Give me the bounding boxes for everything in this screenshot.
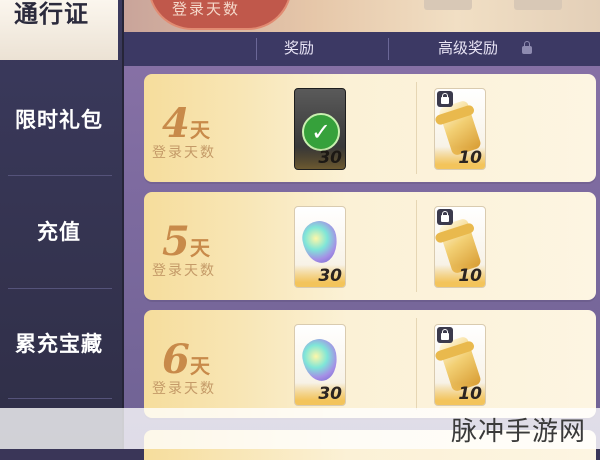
premium-quantity: 10 xyxy=(458,266,482,286)
premium-quantity: 10 xyxy=(458,148,482,168)
reward-quantity: 30 xyxy=(318,266,342,286)
sidebar-divider xyxy=(8,288,112,289)
reward-row-day-6: 6 天 登录天数 30 10 xyxy=(144,310,596,418)
reward-row-day-5: 5 天 登录天数 30 10 xyxy=(144,192,596,300)
crystal-icon xyxy=(299,336,341,384)
day-number: 5 xyxy=(162,218,190,265)
lock-icon xyxy=(437,209,453,225)
sidebar-item-pass[interactable]: 通行证 xyxy=(0,0,118,60)
reward-quantity: 30 xyxy=(318,384,342,404)
row-divider xyxy=(416,318,417,410)
header-divider xyxy=(256,38,257,60)
watermark-text: 脉冲手游网 xyxy=(450,417,586,447)
sidebar-item-limited-gift[interactable]: 限时礼包 xyxy=(0,104,118,134)
lock-icon xyxy=(522,41,532,54)
lock-icon xyxy=(437,91,453,107)
row-divider xyxy=(416,200,417,292)
premium-quantity: 10 xyxy=(458,384,482,404)
reward-card[interactable]: 30 xyxy=(294,324,346,406)
crystal-icon xyxy=(299,218,341,266)
reward-card[interactable]: ✓ 30 xyxy=(294,88,346,170)
reward-quantity: 30 xyxy=(318,148,342,168)
premium-reward-card[interactable]: 10 xyxy=(434,324,486,406)
reward-header: 奖励 高级奖励 xyxy=(124,32,600,66)
reward-row-day-4: 4 天 登录天数 ✓ 30 10 xyxy=(144,74,596,182)
reward-column-title: 奖励 xyxy=(284,39,315,57)
sidebar-divider xyxy=(8,175,112,176)
sidebar: 通行证 限时礼包 充值 累充宝藏 xyxy=(0,0,124,449)
login-days-label: 登录天数 xyxy=(172,0,241,18)
reward-card[interactable]: 30 xyxy=(294,206,346,288)
day-unit: 天 xyxy=(190,236,210,260)
top-strip: 登录天数 xyxy=(124,0,600,32)
day-label: 登录天数 xyxy=(152,381,216,397)
sidebar-item-cumulative-treasure[interactable]: 累充宝藏 xyxy=(0,328,118,358)
day-number: 4 xyxy=(162,100,190,147)
premium-reward-card[interactable]: 10 xyxy=(434,206,486,288)
day-number: 6 xyxy=(162,336,190,383)
row-divider xyxy=(416,82,417,174)
premium-column-title: 高级奖励 xyxy=(438,39,499,57)
day-unit: 天 xyxy=(190,118,210,142)
header-divider xyxy=(388,38,389,60)
claimed-check-icon: ✓ xyxy=(302,113,340,151)
sidebar-item-label: 通行证 xyxy=(14,0,89,28)
day-unit: 天 xyxy=(190,354,210,378)
premium-reward-card[interactable]: 10 xyxy=(434,88,486,170)
top-button[interactable] xyxy=(424,0,472,10)
lock-icon xyxy=(437,327,453,343)
day-label: 登录天数 xyxy=(152,145,216,161)
sidebar-item-recharge[interactable]: 充值 xyxy=(0,216,118,246)
login-days-badge: 登录天数 xyxy=(148,0,292,30)
sidebar-divider xyxy=(8,398,112,399)
day-label: 登录天数 xyxy=(152,263,216,279)
main-panel: 登录天数 奖励 高级奖励 4 天 登录天数 ✓ 30 10 5 天 登录天数 3… xyxy=(124,0,600,460)
top-button[interactable] xyxy=(514,0,562,10)
